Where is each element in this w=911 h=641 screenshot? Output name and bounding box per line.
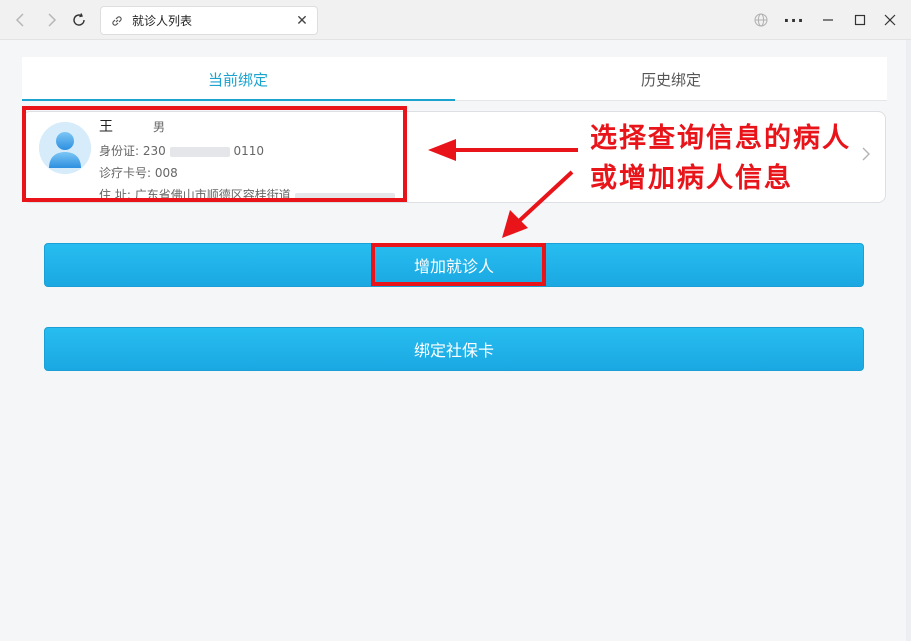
back-icon[interactable] bbox=[11, 10, 31, 30]
browser-tab[interactable]: 就诊人列表 ✕ bbox=[100, 6, 318, 35]
chevron-right-icon bbox=[861, 146, 871, 167]
tab-history-binding[interactable]: 历史绑定 bbox=[455, 57, 887, 101]
browser-toolbar: 就诊人列表 ✕ ··· bbox=[0, 0, 911, 40]
globe-icon[interactable] bbox=[752, 10, 770, 30]
annotation-line-2: 或增加病人信息 bbox=[590, 163, 793, 194]
link-icon bbox=[110, 14, 124, 28]
page-edge bbox=[906, 40, 911, 641]
maximize-icon[interactable] bbox=[850, 10, 870, 30]
more-menu-icon[interactable]: ··· bbox=[782, 10, 806, 30]
annotation-line-1: 选择查询信息的病人 bbox=[590, 123, 851, 154]
active-tab-indicator bbox=[22, 99, 455, 101]
minimize-icon[interactable] bbox=[818, 10, 838, 30]
forward-icon[interactable] bbox=[41, 10, 61, 30]
bind-social-card-button[interactable]: 绑定社保卡 bbox=[44, 327, 864, 371]
tab-current-binding[interactable]: 当前绑定 bbox=[22, 57, 454, 101]
binding-tabs: 当前绑定 历史绑定 bbox=[22, 57, 887, 101]
close-tab-icon[interactable]: ✕ bbox=[293, 12, 311, 30]
close-window-icon[interactable] bbox=[880, 10, 900, 30]
tab-title: 就诊人列表 bbox=[132, 14, 193, 28]
highlight-box-add-button bbox=[371, 243, 546, 286]
reload-icon[interactable] bbox=[69, 10, 89, 30]
highlight-box-patient bbox=[22, 106, 407, 202]
